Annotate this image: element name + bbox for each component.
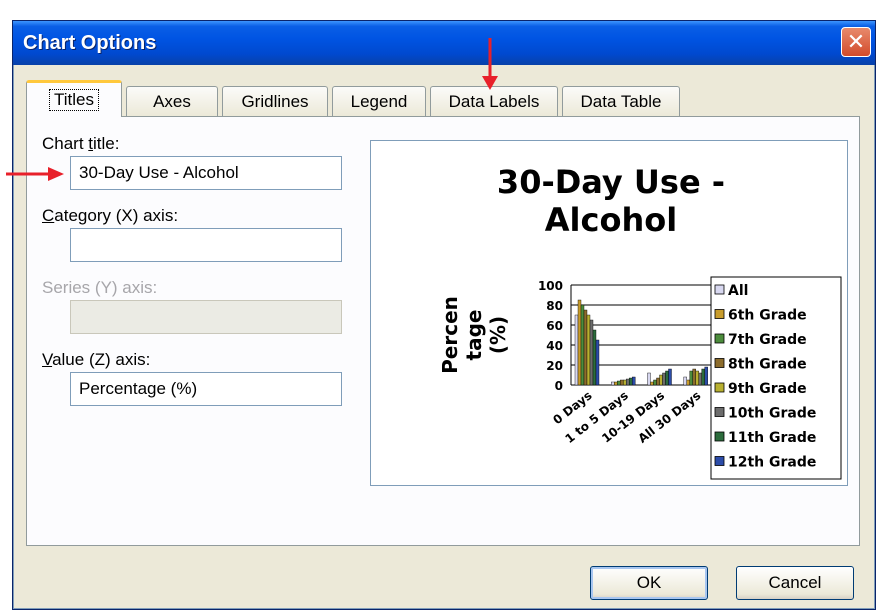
bar — [692, 368, 696, 386]
value-axis-label: Value (Z) axis: — [42, 350, 151, 369]
legend-swatch — [714, 407, 725, 417]
y-tick-label: 60 — [546, 319, 563, 333]
legend-swatch — [714, 431, 725, 442]
bar — [617, 380, 621, 386]
bar — [668, 368, 672, 386]
bar — [611, 381, 615, 386]
bar — [620, 379, 624, 386]
bar — [653, 379, 657, 386]
bar — [650, 381, 654, 386]
bar — [574, 314, 579, 386]
y-tick-label: 80 — [546, 299, 563, 313]
legend-swatch — [714, 284, 725, 295]
chart-title-input[interactable]: 30-Day Use - Alcohol — [70, 156, 342, 190]
legend-label: 7th Grade — [728, 332, 807, 348]
close-button[interactable]: ✕ — [841, 27, 871, 57]
tab-label: Data Labels — [448, 91, 540, 111]
dialog-title: Chart Options — [23, 32, 157, 54]
legend-label: 8th Grade — [728, 357, 807, 373]
tab-label: Legend — [350, 91, 408, 111]
legend-label: 6th Grade — [728, 308, 807, 324]
legend-label: 9th Grade — [728, 381, 807, 397]
legend-swatch — [714, 309, 725, 319]
legend-label: 11th Grade — [728, 430, 816, 446]
legend-swatch — [714, 358, 725, 368]
close-icon: ✕ — [846, 29, 866, 54]
annotation-arrow-tab — [482, 38, 498, 90]
category-axis-label: Category (X) axis: — [42, 206, 179, 225]
y-axis-label-line: Percen — [438, 296, 462, 374]
tab-label: Axes — [153, 91, 191, 111]
y-axis-label-line: (%) — [486, 316, 510, 354]
bar — [583, 309, 588, 386]
tab-gridlines[interactable]: Gridlines — [222, 86, 328, 116]
tab-legend[interactable]: Legend — [332, 86, 426, 116]
bar — [683, 376, 687, 386]
tab-label: Data Table — [580, 91, 662, 111]
series-axis-label: Series (Y) axis: — [42, 278, 158, 297]
bar — [580, 304, 585, 386]
bar — [632, 376, 636, 386]
bar — [647, 372, 651, 386]
bar — [689, 370, 693, 386]
x-ticks: 0 Days1 to 5 Days10-19 DaysAll 30 Days — [550, 388, 703, 446]
legend-label: 10th Grade — [728, 406, 816, 422]
bar — [695, 370, 699, 386]
chart-svg: Percen tage (%) 0 20 40 60 80 100 0 Days1 to 5 … — [438, 276, 842, 480]
y-tick-label: 20 — [546, 359, 563, 373]
bar — [656, 377, 660, 386]
legend-swatch — [714, 456, 725, 466]
category-axis-input[interactable] — [70, 228, 342, 262]
cancel-button[interactable]: Cancel — [736, 566, 854, 600]
bar — [595, 339, 600, 386]
ok-button[interactable]: OK — [590, 566, 708, 600]
y-tick-label: 0 — [555, 379, 563, 393]
legend-label: All — [728, 283, 748, 299]
bar — [629, 377, 633, 386]
series-axis-input — [70, 300, 342, 334]
y-axis-label: Percen tage (%) — [438, 296, 510, 374]
legend: All 6th Grade 7th Grade 8th Grade 9th Grade 1… — [710, 276, 842, 480]
bar — [577, 299, 582, 386]
bar — [659, 374, 663, 386]
bar — [586, 314, 591, 386]
value-axis-input[interactable]: Percentage (%) — [70, 372, 342, 406]
title-bar[interactable]: Chart Options ✕ — [13, 21, 875, 65]
tab-label: Gridlines — [241, 91, 309, 111]
chart-preview: 30-Day Use - Alcohol Percen tage (%) 0 20 40… — [370, 140, 848, 486]
annotation-arrow-title — [6, 167, 64, 181]
bar — [701, 368, 705, 386]
legend-label: 12th Grade — [728, 455, 816, 471]
bar — [698, 372, 702, 386]
bar — [665, 370, 669, 386]
bar — [589, 319, 594, 386]
bar — [592, 329, 597, 386]
y-tick-label: 40 — [546, 339, 563, 353]
bar — [623, 379, 627, 386]
tab-titles[interactable]: Titles — [26, 80, 122, 117]
y-ticks: 0 20 40 60 80 100 — [538, 279, 563, 393]
chart-title-label: Chart title: — [42, 134, 120, 153]
legend-swatch — [714, 382, 725, 393]
legend-swatch — [714, 333, 725, 344]
bar — [626, 378, 630, 386]
tab-data-table[interactable]: Data Table — [562, 86, 680, 116]
x-tick-label: All 30 Days — [635, 388, 703, 445]
tab-label: Titles — [49, 89, 99, 111]
y-tick-label: 100 — [538, 279, 563, 293]
bar — [686, 379, 690, 386]
bar — [614, 381, 618, 386]
bar — [662, 372, 666, 386]
tab-strip: Titles Axes Gridlines Legend Data Labels… — [26, 80, 746, 117]
tab-axes[interactable]: Axes — [126, 86, 218, 116]
y-axis-label-line: tage — [462, 310, 486, 361]
bars — [574, 299, 708, 386]
bar — [704, 366, 708, 386]
